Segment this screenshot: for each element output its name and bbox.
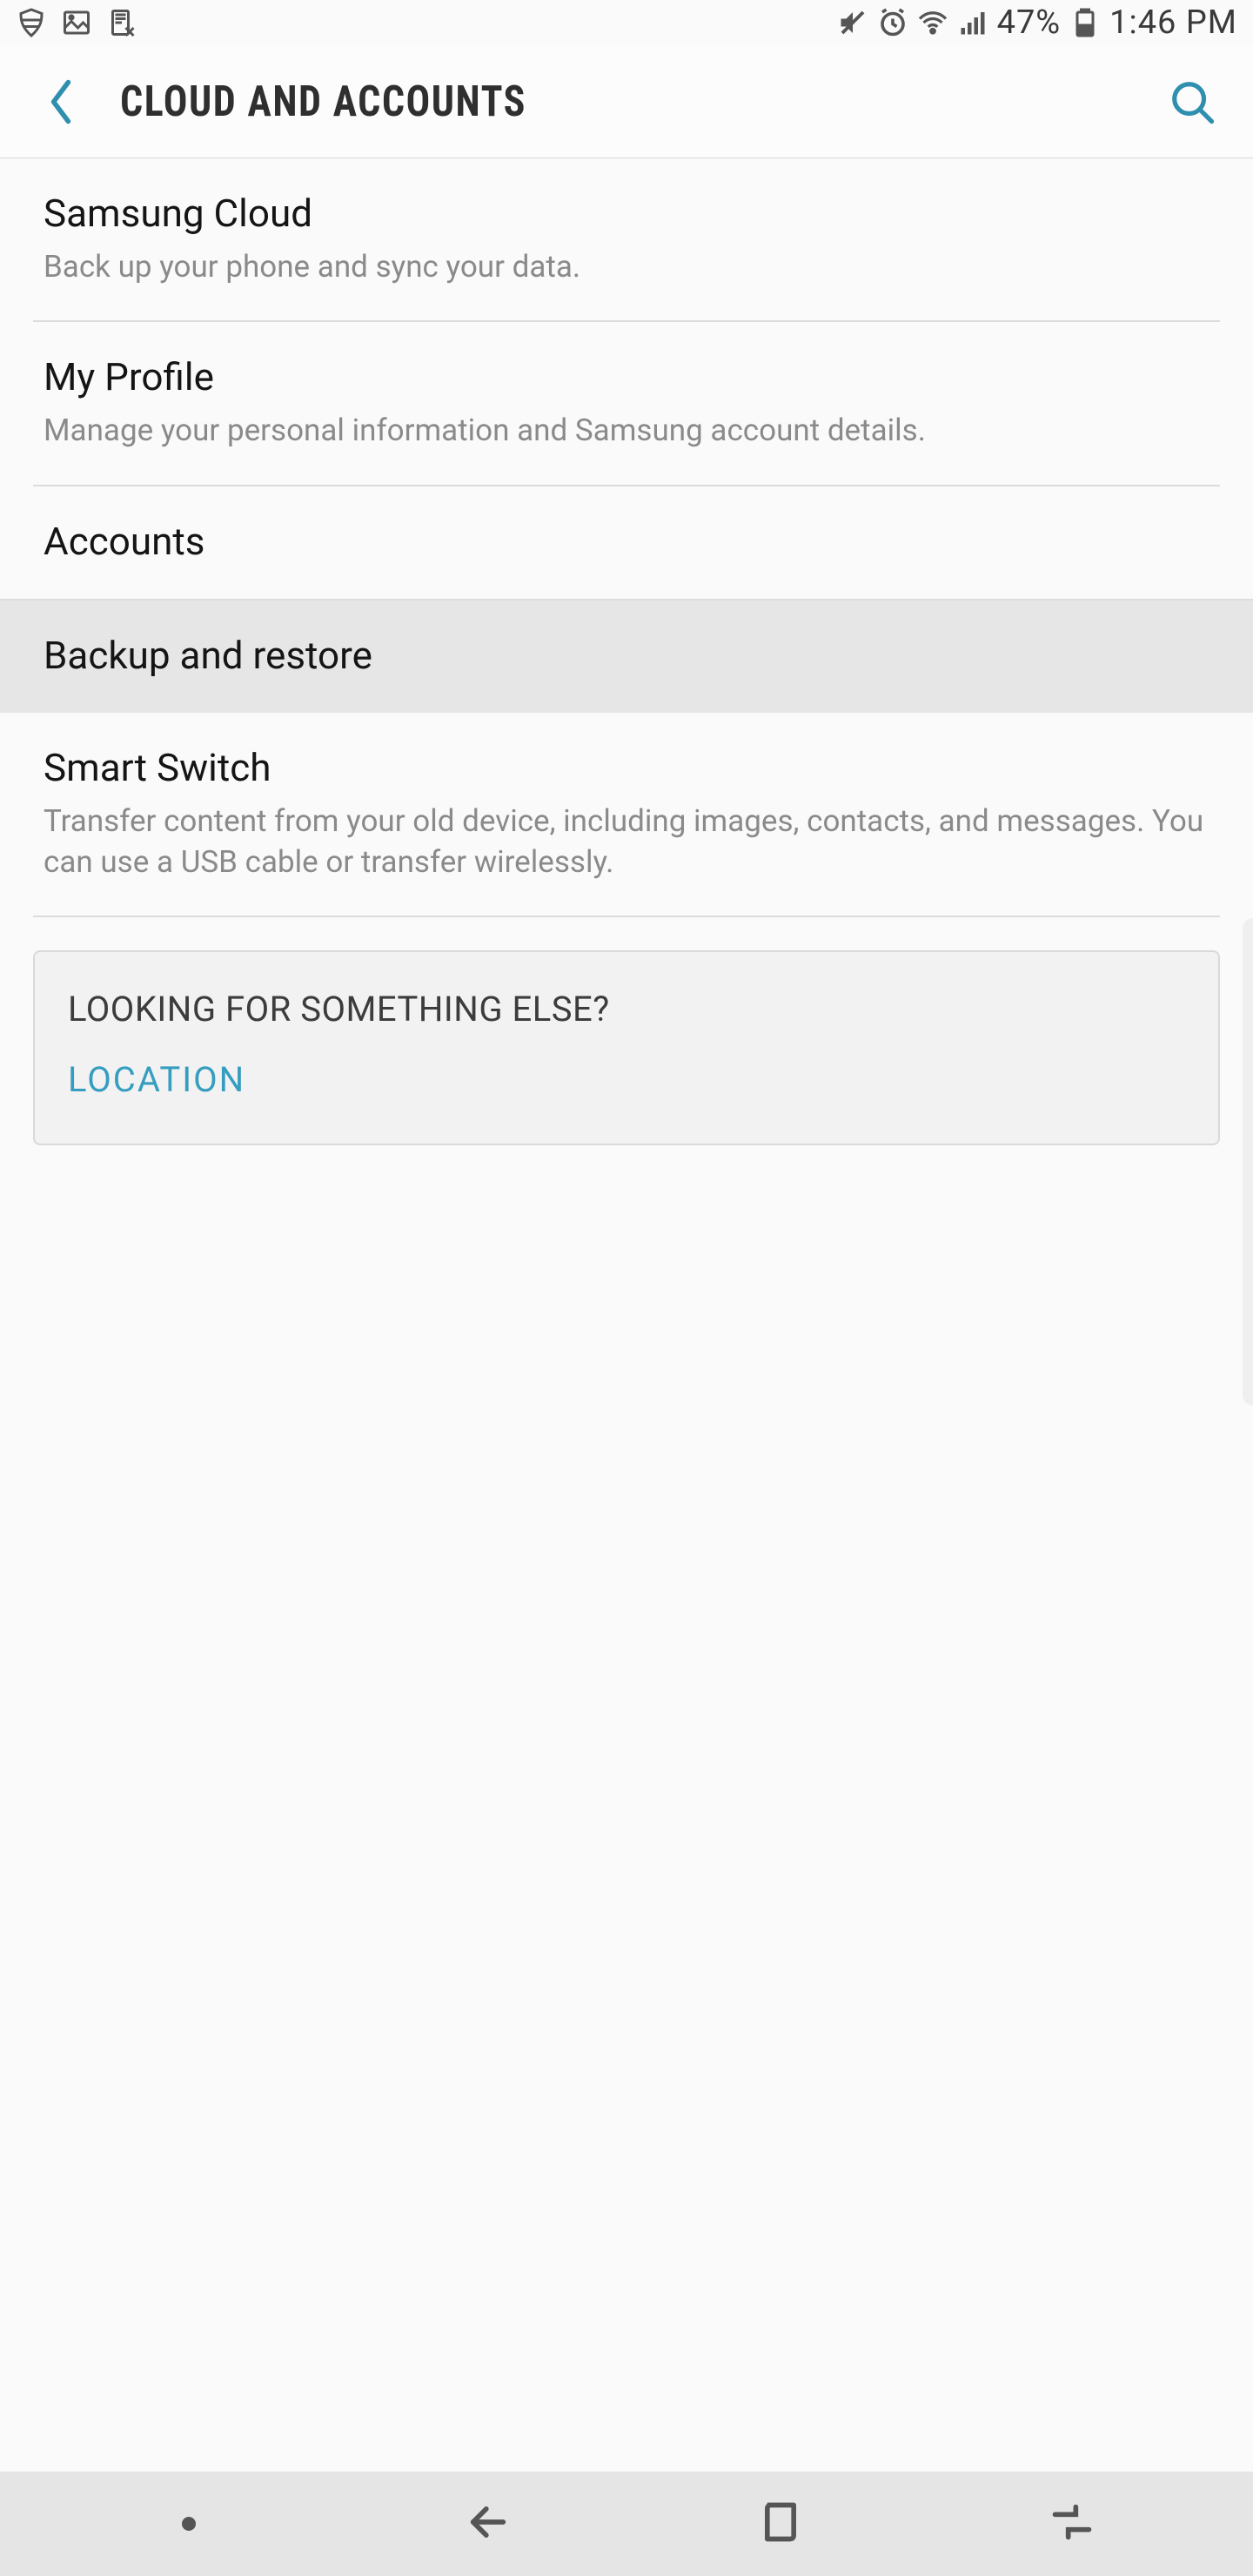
dot-icon [182, 2517, 196, 2531]
clock-text: 1:46 PM [1109, 3, 1237, 42]
item-accounts[interactable]: Accounts [0, 486, 1253, 599]
item-my-profile[interactable]: My Profile Manage your personal informat… [0, 322, 1253, 484]
sim-error-icon [106, 7, 137, 38]
item-smart-switch[interactable]: Smart Switch Transfer content from your … [0, 713, 1253, 916]
item-subtitle: Back up your phone and sync your data. [44, 246, 1209, 287]
item-subtitle: Transfer content from your old device, i… [44, 801, 1209, 883]
item-backup-restore[interactable]: Backup and restore [0, 600, 1253, 713]
scroll-indicator[interactable] [1243, 918, 1253, 1405]
item-title: Backup and restore [44, 632, 1209, 680]
chevron-left-icon [46, 77, 76, 126]
search-button[interactable] [1157, 67, 1227, 137]
navigation-bar [0, 2472, 1253, 2576]
settings-list: Samsung Cloud Back up your phone and syn… [0, 158, 1253, 1145]
signal-icon [957, 7, 988, 38]
item-title: My Profile [44, 353, 1209, 401]
battery-percent: 47% [997, 3, 1062, 42]
item-samsung-cloud[interactable]: Samsung Cloud Back up your phone and syn… [0, 158, 1253, 320]
nav-recents-button[interactable] [1049, 2499, 1095, 2548]
app-bar: CLOUD AND ACCOUNTS [0, 45, 1253, 158]
item-subtitle: Manage your personal information and Sam… [44, 410, 1209, 451]
home-outline-icon [758, 2499, 803, 2545]
nav-back-button[interactable] [466, 2499, 511, 2548]
alarm-icon [877, 7, 908, 38]
back-button[interactable] [26, 67, 96, 137]
item-title: Samsung Cloud [44, 190, 1209, 238]
battery-icon [1069, 7, 1101, 38]
card-title: LOOKING FOR SOMETHING ELSE? [68, 989, 1185, 1030]
status-bar: 47% 1:46 PM [0, 0, 1253, 45]
nav-home-button[interactable] [758, 2499, 803, 2548]
item-title: Smart Switch [44, 744, 1209, 792]
back-arrow-icon [466, 2499, 511, 2545]
shield-icon [16, 7, 47, 38]
page-title: CLOUD AND ACCOUNTS [120, 77, 526, 127]
picture-icon [61, 7, 92, 38]
divider [33, 916, 1220, 917]
location-link[interactable]: LOCATION [68, 1059, 1185, 1100]
suggestion-card: LOOKING FOR SOMETHING ELSE? LOCATION [33, 950, 1220, 1145]
item-title: Accounts [44, 518, 1209, 566]
nav-assistant-button[interactable] [158, 2517, 219, 2531]
wifi-icon [917, 7, 948, 38]
search-icon [1169, 78, 1216, 125]
recents-icon [1049, 2499, 1095, 2545]
mute-icon [837, 7, 868, 38]
